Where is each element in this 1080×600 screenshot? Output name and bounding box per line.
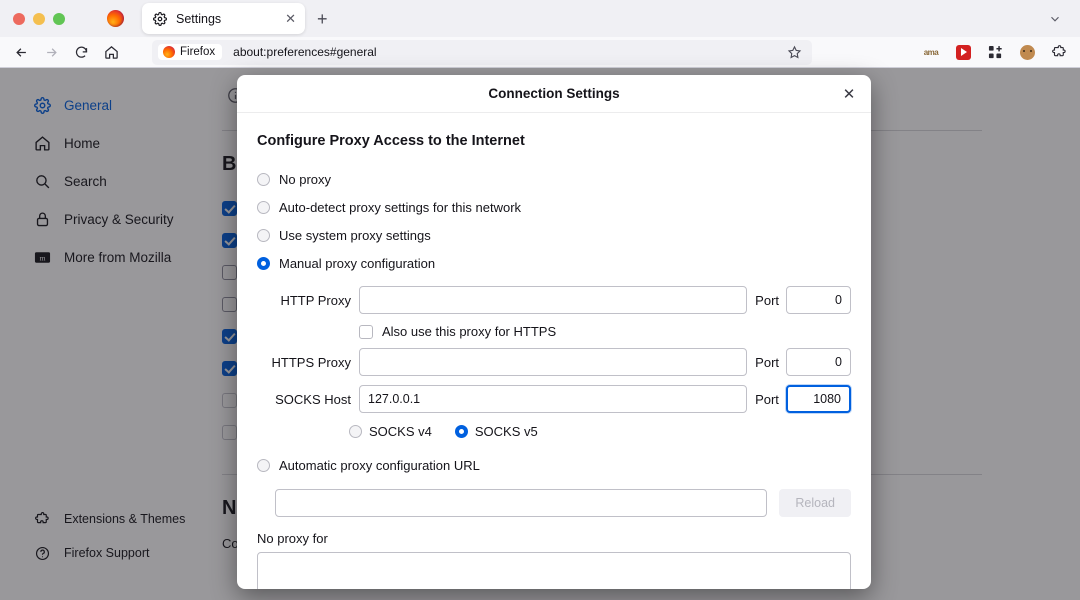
proxy-mode-no-proxy[interactable]: No proxy bbox=[257, 165, 851, 193]
https-proxy-label: HTTPS Proxy bbox=[271, 354, 351, 370]
also-use-https-row[interactable]: Also use this proxy for HTTPS bbox=[359, 324, 851, 339]
radio-button[interactable] bbox=[454, 425, 468, 438]
zoom-window-button[interactable] bbox=[53, 12, 65, 25]
http-proxy-label: HTTP Proxy bbox=[280, 292, 351, 308]
nav-buttons bbox=[0, 38, 126, 66]
socks-host-input[interactable]: 127.0.0.1 bbox=[359, 385, 748, 413]
radio-button[interactable] bbox=[257, 228, 270, 242]
socks-host-row: SOCKS Host 127.0.0.1 Port 1080 bbox=[257, 385, 851, 413]
star-icon[interactable] bbox=[787, 45, 806, 60]
checkbox[interactable] bbox=[359, 324, 373, 339]
forward-button[interactable] bbox=[36, 38, 66, 66]
url-text: about:preferences#general bbox=[233, 45, 377, 59]
proxy-mode-label: No proxy bbox=[279, 171, 332, 187]
radio-button[interactable] bbox=[257, 200, 270, 214]
pac-url-row: Reload bbox=[257, 489, 851, 517]
firefox-identity-icon bbox=[163, 46, 175, 58]
dialog-body: Configure Proxy Access to the Internet N… bbox=[237, 113, 871, 589]
proxy-mode-manual[interactable]: Manual proxy configuration bbox=[257, 249, 851, 277]
amazon-extension-icon[interactable]: ama bbox=[922, 43, 940, 61]
also-use-https-label: Also use this proxy for HTTPS bbox=[382, 324, 557, 339]
window-traffic-lights bbox=[0, 12, 65, 25]
dialog-title: Connection Settings bbox=[488, 86, 620, 101]
proxy-mode-label: Use system proxy settings bbox=[279, 227, 431, 243]
new-tab-button[interactable]: + bbox=[317, 10, 328, 28]
connection-settings-dialog: Connection Settings ✕ Configure Proxy Ac… bbox=[237, 75, 871, 589]
configure-proxy-heading: Configure Proxy Access to the Internet bbox=[257, 133, 525, 149]
proxy-mode-pac-url[interactable]: Automatic proxy configuration URL bbox=[257, 451, 851, 479]
proxy-mode-label: Manual proxy configuration bbox=[279, 255, 436, 271]
tab-title: Settings bbox=[176, 11, 222, 26]
http-port-input[interactable]: 0 bbox=[786, 286, 851, 314]
proxy-mode-auto-detect[interactable]: Auto-detect proxy settings for this netw… bbox=[257, 193, 851, 221]
no-proxy-for-textarea[interactable] bbox=[257, 552, 851, 589]
avatar-extension-icon[interactable] bbox=[1018, 43, 1036, 61]
chevron-down-icon[interactable] bbox=[1048, 12, 1062, 26]
socks-v4-label: SOCKS v4 bbox=[369, 424, 432, 439]
radio-button[interactable] bbox=[349, 425, 362, 438]
gear-icon bbox=[151, 10, 168, 27]
navigation-toolbar: Firefox about:preferences#general ama bbox=[0, 37, 1080, 68]
proxy-mode-system[interactable]: Use system proxy settings bbox=[257, 221, 851, 249]
firefox-logo-icon bbox=[107, 10, 124, 27]
close-window-button[interactable] bbox=[13, 12, 25, 25]
radio-button[interactable] bbox=[257, 458, 270, 472]
video-download-extension-icon[interactable] bbox=[954, 43, 972, 61]
socks-port-input[interactable]: 1080 bbox=[785, 385, 851, 413]
browser-tab-settings[interactable]: Settings ✕ bbox=[142, 3, 305, 34]
https-proxy-input[interactable] bbox=[359, 348, 748, 376]
https-port-input[interactable]: 0 bbox=[786, 348, 851, 376]
browser-window: Settings ✕ + Firefox about:preferences#g… bbox=[0, 0, 1080, 600]
close-icon[interactable]: ✕ bbox=[839, 84, 859, 104]
https-proxy-row: HTTPS Proxy Port 0 bbox=[257, 348, 851, 376]
url-bar[interactable]: Firefox about:preferences#general bbox=[152, 39, 812, 65]
no-proxy-for-label: No proxy for bbox=[257, 531, 328, 546]
pac-url-label: Automatic proxy configuration URL bbox=[279, 457, 480, 473]
tab-strip: Settings ✕ + bbox=[0, 0, 1080, 37]
https-port-label: Port bbox=[755, 354, 780, 370]
tab-close-icon[interactable]: ✕ bbox=[285, 12, 296, 25]
proxy-mode-label: Auto-detect proxy settings for this netw… bbox=[279, 199, 522, 215]
socks-version-group: SOCKS v4 SOCKS v5 bbox=[349, 424, 851, 439]
extensions-puzzle-icon[interactable] bbox=[1050, 43, 1068, 61]
home-button[interactable] bbox=[96, 38, 126, 66]
http-port-label: Port bbox=[755, 292, 780, 308]
radio-button[interactable] bbox=[257, 256, 270, 270]
identity-label: Firefox bbox=[180, 46, 216, 58]
pac-url-input[interactable] bbox=[275, 489, 768, 517]
back-button[interactable] bbox=[6, 38, 36, 66]
identity-chip[interactable]: Firefox bbox=[158, 44, 223, 60]
reload-button[interactable]: Reload bbox=[779, 489, 851, 517]
dialog-header: Connection Settings ✕ bbox=[237, 75, 871, 113]
reload-button[interactable] bbox=[66, 38, 96, 66]
radio-button[interactable] bbox=[257, 172, 270, 186]
http-proxy-row: HTTP Proxy Port 0 bbox=[257, 286, 851, 314]
socks-host-label: SOCKS Host bbox=[275, 391, 351, 407]
toolbar-extensions: ama bbox=[922, 43, 1080, 61]
http-proxy-input[interactable] bbox=[359, 286, 748, 314]
minimize-window-button[interactable] bbox=[33, 12, 45, 25]
app-grid-icon[interactable] bbox=[986, 43, 1004, 61]
socks-v5-label: SOCKS v5 bbox=[474, 424, 538, 439]
socks-port-label: Port bbox=[755, 391, 779, 407]
